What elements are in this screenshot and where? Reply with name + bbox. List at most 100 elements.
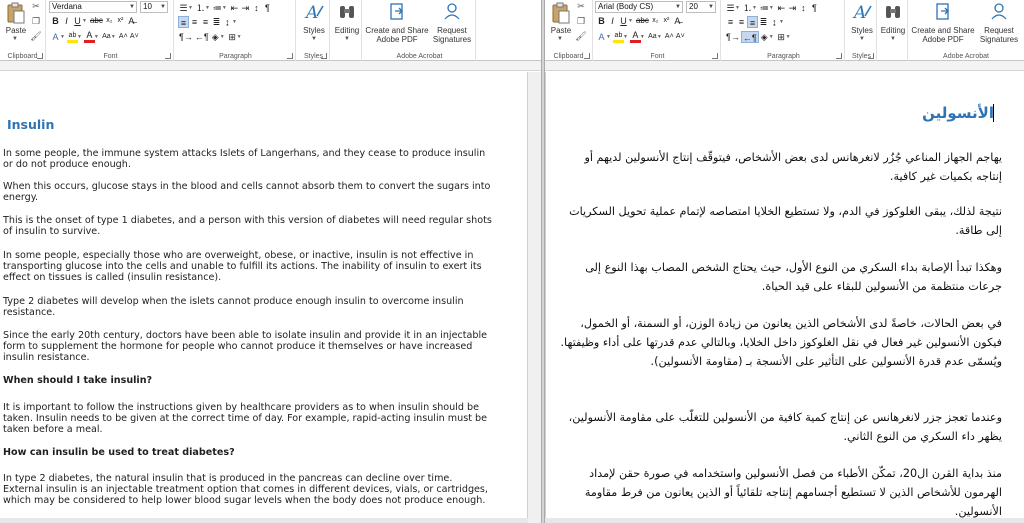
font-size-dropdown-icon[interactable]: ▼ bbox=[160, 2, 166, 12]
paste-dropdown-icon[interactable]: ▼ bbox=[12, 36, 18, 42]
format-painter-icon[interactable]: 🖌 bbox=[575, 31, 587, 41]
right-to-left-icon[interactable]: ←¶ bbox=[740, 31, 759, 43]
justify-icon[interactable]: ≣ bbox=[211, 16, 222, 28]
change-case-icon[interactable]: Aa bbox=[101, 31, 112, 43]
styles-dropdown-icon[interactable]: ▼ bbox=[848, 35, 876, 44]
right-to-left-icon[interactable]: ←¶ bbox=[194, 31, 210, 43]
font-launcher-icon[interactable] bbox=[165, 53, 171, 59]
editing-button[interactable]: Editing ▼ bbox=[878, 2, 908, 44]
paste-icon[interactable] bbox=[551, 2, 571, 24]
format-painter-icon[interactable]: 🖌 bbox=[30, 31, 42, 41]
show-marks-icon[interactable]: ¶ bbox=[262, 2, 273, 14]
paste-button-label[interactable]: Paste bbox=[2, 26, 30, 35]
copy-icon[interactable]: ❐ bbox=[30, 16, 42, 26]
paragraph-launcher-icon[interactable] bbox=[287, 53, 293, 59]
increase-indent-icon[interactable]: ⇥ bbox=[787, 2, 798, 14]
clipboard-launcher-icon[interactable] bbox=[584, 53, 590, 59]
grow-font-icon[interactable]: A˄ bbox=[118, 31, 129, 43]
cut-icon[interactable]: ✂ bbox=[575, 1, 587, 11]
clear-formatting-icon[interactable]: A̶ bbox=[672, 15, 683, 27]
numbering-icon[interactable]: ⒈ bbox=[742, 2, 753, 14]
multilevel-list-icon[interactable]: ≔ bbox=[212, 2, 223, 14]
align-center-icon[interactable]: ≡ bbox=[736, 16, 747, 28]
left-to-right-icon[interactable]: ¶→ bbox=[725, 31, 741, 43]
align-right-icon[interactable]: ≡ bbox=[747, 16, 758, 28]
show-marks-icon[interactable]: ¶ bbox=[809, 2, 820, 14]
text-effects-icon[interactable]: A bbox=[596, 31, 607, 43]
subscript-button[interactable]: x₂ bbox=[104, 15, 115, 27]
editing-dropdown-icon[interactable]: ▼ bbox=[878, 35, 908, 44]
align-center-icon[interactable]: ≡ bbox=[189, 16, 200, 28]
left-to-right-icon[interactable]: ¶→ bbox=[178, 31, 194, 43]
highlight-color-icon[interactable]: ab bbox=[66, 31, 78, 43]
clear-formatting-icon[interactable]: A̶ bbox=[126, 15, 137, 27]
styles-button[interactable]: A Styles ▼ bbox=[300, 2, 328, 44]
decrease-indent-icon[interactable]: ⇤ bbox=[776, 2, 787, 14]
multilevel-list-icon[interactable]: ≔ bbox=[759, 2, 770, 14]
shading-icon[interactable]: ◈ bbox=[759, 31, 770, 43]
styles-dropdown-icon[interactable]: ▼ bbox=[300, 35, 328, 44]
styles-launcher-icon[interactable] bbox=[321, 53, 327, 59]
cut-icon[interactable]: ✂ bbox=[30, 1, 42, 11]
superscript-button[interactable]: x² bbox=[661, 15, 672, 27]
justify-icon[interactable]: ≣ bbox=[758, 16, 769, 28]
clipboard-launcher-icon[interactable] bbox=[37, 53, 43, 59]
styles-launcher-icon[interactable] bbox=[868, 53, 874, 59]
highlight-color-icon[interactable]: ab bbox=[612, 31, 624, 43]
font-name-combobox[interactable]: Arial (Body CS) ▼ bbox=[595, 1, 683, 13]
align-right-icon[interactable]: ≡ bbox=[200, 16, 211, 28]
bullets-icon[interactable]: ☰ bbox=[725, 2, 736, 14]
line-spacing-icon[interactable]: ↨ bbox=[222, 16, 233, 28]
shrink-font-icon[interactable]: A˅ bbox=[675, 31, 686, 43]
underline-button[interactable]: U bbox=[618, 15, 629, 27]
font-size-dropdown-icon[interactable]: ▼ bbox=[708, 2, 714, 12]
borders-icon[interactable]: ⊞ bbox=[776, 31, 787, 43]
text-effects-icon[interactable]: A bbox=[50, 31, 61, 43]
create-share-pdf-button[interactable]: Create and Share Adobe PDF bbox=[909, 2, 977, 44]
line-spacing-icon[interactable]: ↨ bbox=[769, 16, 780, 28]
english-document-page[interactable]: Insulin In some people, the immune syste… bbox=[0, 72, 528, 523]
vertical-scrollbar[interactable] bbox=[528, 72, 541, 523]
font-launcher-icon[interactable] bbox=[712, 53, 718, 59]
align-left-icon[interactable]: ≡ bbox=[725, 16, 736, 28]
copy-icon[interactable]: ❐ bbox=[575, 16, 587, 26]
decrease-indent-icon[interactable]: ⇤ bbox=[229, 2, 240, 14]
shrink-font-icon[interactable]: A˅ bbox=[129, 31, 140, 43]
align-left-icon[interactable]: ≡ bbox=[178, 16, 189, 28]
horizontal-scrollbar-left[interactable] bbox=[0, 518, 528, 523]
bold-button[interactable]: B bbox=[596, 15, 607, 27]
subscript-button[interactable]: x₂ bbox=[650, 15, 661, 27]
bold-button[interactable]: B bbox=[50, 15, 61, 27]
horizontal-scrollbar-right[interactable] bbox=[545, 518, 1024, 523]
font-size-combobox[interactable]: 20 ▼ bbox=[686, 1, 716, 13]
arabic-document-page[interactable]: الأنسولين يهاجم الجهاز المناعي جُزُر لان… bbox=[545, 72, 1024, 523]
sort-icon[interactable]: ↕ bbox=[798, 2, 809, 14]
numbering-icon[interactable]: ⒈ bbox=[195, 2, 206, 14]
sort-icon[interactable]: ↕ bbox=[251, 2, 262, 14]
editing-dropdown-icon[interactable]: ▼ bbox=[332, 35, 362, 44]
italic-button[interactable]: I bbox=[607, 15, 618, 27]
font-name-combobox[interactable]: Verdana ▼ bbox=[49, 1, 137, 13]
request-signatures-button[interactable]: Request Signatures bbox=[430, 2, 474, 44]
bullets-icon[interactable]: ☰ bbox=[178, 2, 189, 14]
font-color-icon[interactable]: A bbox=[629, 31, 641, 43]
font-name-dropdown-icon[interactable]: ▼ bbox=[675, 2, 681, 12]
font-name-dropdown-icon[interactable]: ▼ bbox=[129, 2, 135, 12]
borders-icon[interactable]: ⊞ bbox=[227, 31, 238, 43]
italic-button[interactable]: I bbox=[61, 15, 72, 27]
increase-indent-icon[interactable]: ⇥ bbox=[240, 2, 251, 14]
font-color-icon[interactable]: A bbox=[83, 31, 95, 43]
paste-icon[interactable] bbox=[6, 2, 26, 24]
paragraph-launcher-icon[interactable] bbox=[836, 53, 842, 59]
paste-dropdown-icon[interactable]: ▼ bbox=[557, 36, 563, 42]
request-signatures-button[interactable]: Request Signatures bbox=[977, 2, 1021, 44]
paste-button-label[interactable]: Paste bbox=[547, 26, 575, 35]
strikethrough-button[interactable]: abc bbox=[89, 15, 104, 27]
shading-icon[interactable]: ◈ bbox=[210, 31, 221, 43]
create-share-pdf-button[interactable]: Create and Share Adobe PDF bbox=[364, 2, 430, 44]
change-case-icon[interactable]: Aa bbox=[647, 31, 658, 43]
styles-button[interactable]: A Styles ▼ bbox=[848, 2, 876, 44]
font-size-combobox[interactable]: 10 ▼ bbox=[140, 1, 168, 13]
grow-font-icon[interactable]: A˄ bbox=[664, 31, 675, 43]
strikethrough-button[interactable]: abc bbox=[635, 15, 650, 27]
